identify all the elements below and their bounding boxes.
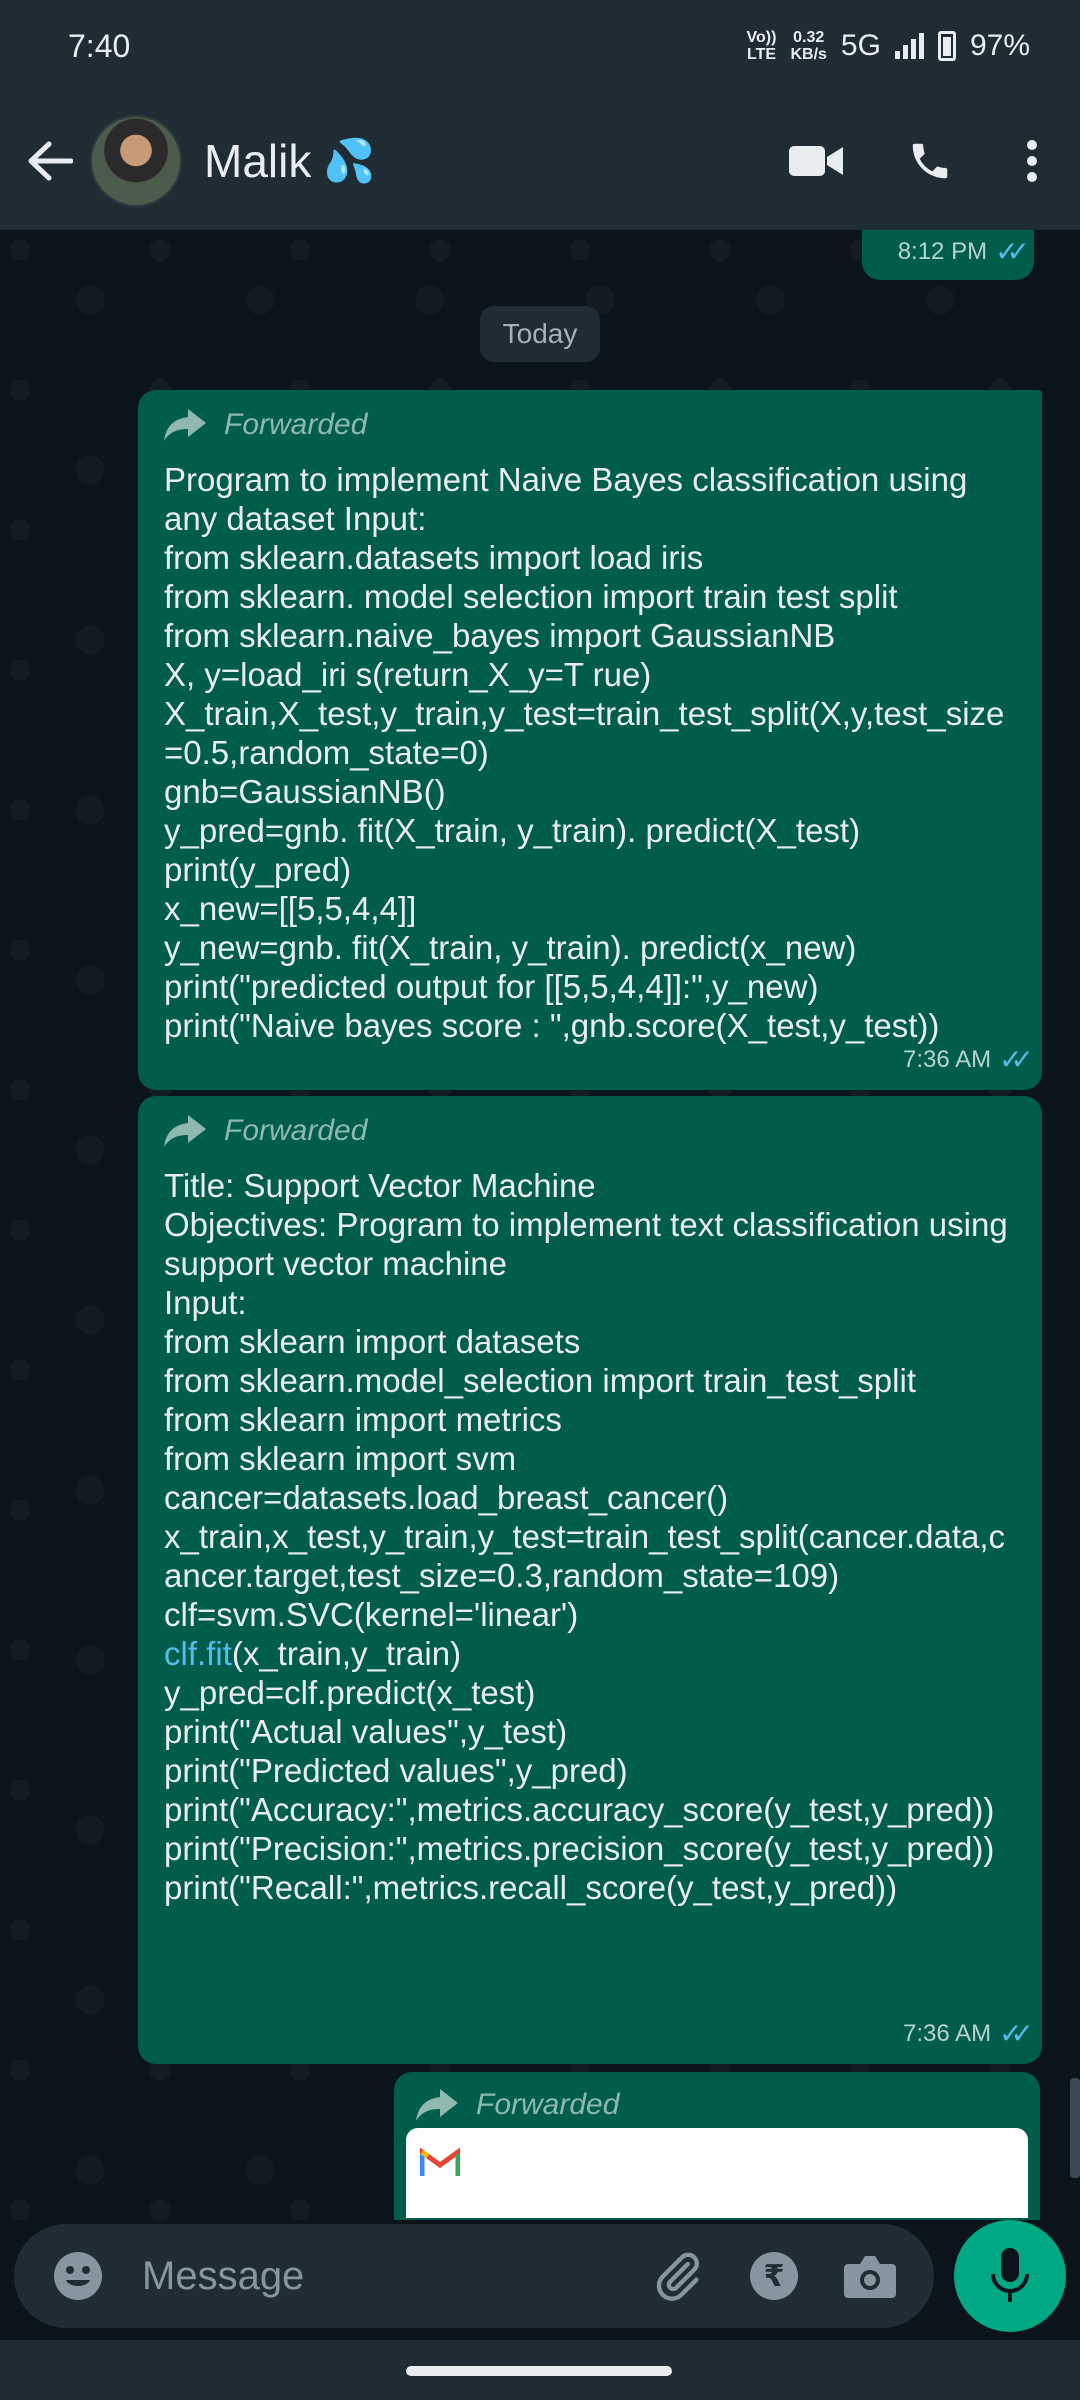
message-bubble[interactable]: Forwarded Program to implement Naive Bay… <box>138 390 1042 1090</box>
date-divider: Today <box>480 306 600 362</box>
chat-area[interactable]: 8:12 PM ✓✓ Today Forwarded Program to im… <box>0 230 1080 2220</box>
gmail-icon <box>420 2147 460 2176</box>
volte-indicator: Vo)) LTE <box>747 29 777 63</box>
message-text: Title: Support Vector Machine Objectives… <box>164 1166 1016 1907</box>
message-time: 8:12 PM <box>897 237 988 265</box>
forward-icon <box>416 2089 458 2121</box>
volte-bottom: LTE <box>746 46 777 63</box>
message-meta: 7:36 AM ✓✓ <box>903 1043 1034 1076</box>
emoji-icon[interactable] <box>38 2236 118 2316</box>
message-input[interactable]: Message <box>142 2254 638 2299</box>
previous-message-bubble[interactable]: 8:12 PM ✓✓ <box>862 230 1034 280</box>
contact-name[interactable]: Malik 💦 <box>204 134 768 188</box>
forwarded-text: Forwarded <box>476 2088 620 2121</box>
message-time: 7:36 AM <box>903 1045 992 1073</box>
attach-icon[interactable] <box>638 2236 718 2316</box>
forward-icon <box>164 1115 206 1147</box>
message-input-bar: Message ₹ <box>0 2220 1080 2340</box>
rupee-payment-icon[interactable]: ₹ <box>734 2236 814 2316</box>
message-bubble[interactable]: Forwarded <box>394 2072 1040 2220</box>
read-ticks-icon: ✓✓ <box>999 1044 1034 1075</box>
code-link[interactable]: clf.fit <box>164 1635 232 1672</box>
scrollbar[interactable] <box>1070 2078 1080 2178</box>
contact-name-text: Malik <box>204 135 312 187</box>
forward-icon <box>164 409 206 441</box>
more-options-icon[interactable] <box>984 113 1080 209</box>
net-speed-value: 0.32 <box>793 29 825 46</box>
battery-level: 97% <box>969 29 1030 62</box>
mic-button[interactable] <box>954 2220 1066 2332</box>
voice-call-icon[interactable] <box>882 113 978 209</box>
avatar[interactable] <box>90 115 182 207</box>
volte-top: Vo)) <box>746 29 777 46</box>
message-text-part: Title: Support Vector Machine Objectives… <box>164 1167 1008 1633</box>
message-text: Program to implement Naive Bayes classif… <box>164 461 1005 1044</box>
net-speed: 0.32 KB/s <box>790 29 826 63</box>
forwarded-text: Forwarded <box>224 408 368 441</box>
net-speed-unit: KB/s <box>790 46 827 63</box>
forwarded-text: Forwarded <box>224 1114 368 1147</box>
chat-header: Malik 💦 <box>0 92 1080 230</box>
system-nav-bar <box>0 2340 1080 2400</box>
message-meta: 8:12 PM ✓✓ <box>897 235 1030 268</box>
back-arrow-icon[interactable] <box>10 121 90 201</box>
status-icons: Vo)) LTE 0.32 KB/s 5G 97% <box>747 29 1030 63</box>
svg-text:₹: ₹ <box>764 2259 785 2294</box>
forwarded-label: Forwarded <box>164 408 1016 442</box>
battery-icon <box>937 31 956 61</box>
read-ticks-icon: ✓✓ <box>995 236 1030 267</box>
sweat-droplets-emoji: 💦 <box>323 136 376 184</box>
message-bubble[interactable]: Forwarded Title: Support Vector Machine … <box>138 1096 1042 2064</box>
forwarded-label: Forwarded <box>416 2088 1018 2122</box>
message-time: 7:36 AM <box>903 2019 992 2047</box>
read-ticks-icon: ✓✓ <box>999 2018 1034 2049</box>
message-meta: 7:36 AM ✓✓ <box>903 2017 1034 2050</box>
mic-icon <box>991 2248 1029 2302</box>
camera-icon[interactable] <box>830 2236 910 2316</box>
message-text-part: (x_train,y_train) y_pred=clf.predict(x_t… <box>164 1635 995 1906</box>
message-input-box[interactable]: Message ₹ <box>14 2224 934 2328</box>
network-type: 5G <box>840 29 881 62</box>
status-time: 7:40 <box>68 27 131 64</box>
home-gesture-bar[interactable] <box>406 2366 672 2376</box>
link-preview-card[interactable] <box>406 2128 1028 2218</box>
forwarded-label: Forwarded <box>164 1114 1016 1148</box>
status-bar: 7:40 Vo)) LTE 0.32 KB/s 5G 97% <box>0 0 1080 92</box>
signal-icon <box>894 33 924 59</box>
video-call-icon[interactable] <box>768 113 864 209</box>
